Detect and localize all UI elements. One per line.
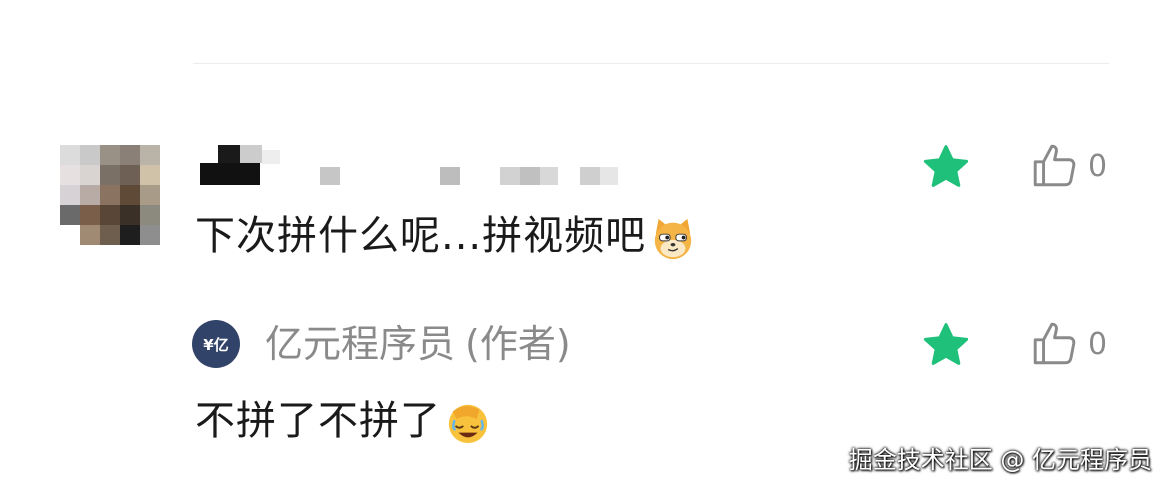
comment-text: 下次拼什么呢...拼视频吧: [195, 212, 696, 261]
thumbs-up-icon: [1033, 322, 1076, 365]
comment-body: 下次拼什么呢...拼视频吧: [195, 213, 647, 259]
reply-body: 不拼了不拼了: [195, 398, 441, 444]
star-icon[interactable]: [922, 321, 970, 369]
user-avatar[interactable]: [60, 145, 160, 245]
cat-smirk-icon: [654, 218, 692, 260]
star-icon[interactable]: [922, 143, 970, 191]
author-avatar[interactable]: ¥亿: [192, 320, 240, 368]
reply-text: 不拼了不拼了: [195, 397, 491, 446]
like-count: 0: [1088, 148, 1108, 184]
like-count: 0: [1088, 326, 1108, 362]
username-pixelated[interactable]: [200, 145, 630, 187]
top-divider: [193, 63, 1109, 64]
author-name-line[interactable]: 亿元程序员 (作者): [265, 320, 571, 368]
facepalm-laugh-icon: [448, 404, 488, 444]
thumbs-up-icon: [1033, 144, 1076, 187]
like-button[interactable]: 0: [1030, 320, 1107, 368]
watermark: 掘金技术社区 @ 亿元程序员: [848, 446, 1152, 474]
author-name[interactable]: 亿元程序员: [265, 322, 455, 366]
author-badge: (作者): [465, 322, 571, 366]
like-button[interactable]: 0: [1030, 142, 1107, 190]
